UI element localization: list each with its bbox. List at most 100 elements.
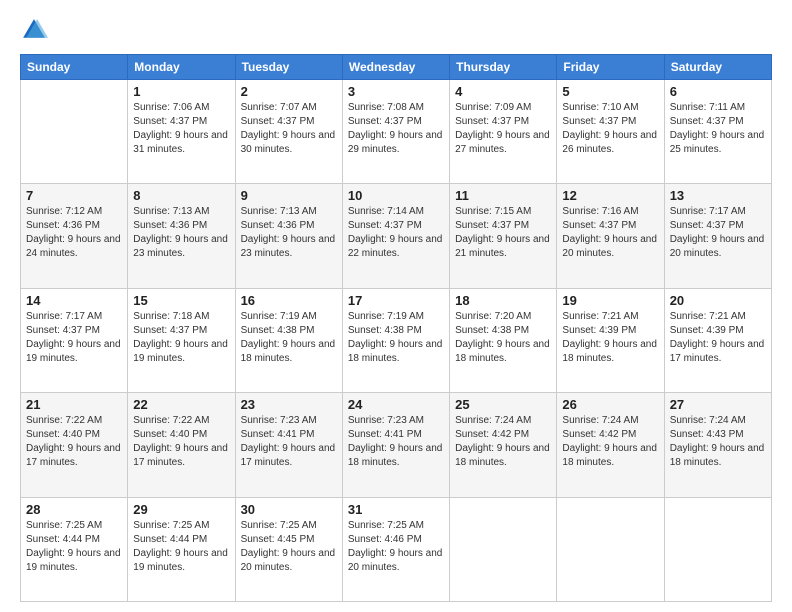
day-number: 8 xyxy=(133,188,229,203)
weekday-header: Wednesday xyxy=(342,55,449,80)
day-number: 19 xyxy=(562,293,658,308)
day-number: 26 xyxy=(562,397,658,412)
day-info: Sunrise: 7:17 AM Sunset: 4:37 PM Dayligh… xyxy=(670,205,766,261)
calendar-cell: 22 Sunrise: 7:22 AM Sunset: 4:40 PM Dayl… xyxy=(128,393,235,497)
day-number: 3 xyxy=(348,84,444,99)
weekday-header: Monday xyxy=(128,55,235,80)
day-info: Sunrise: 7:13 AM Sunset: 4:36 PM Dayligh… xyxy=(241,205,337,261)
day-number: 23 xyxy=(241,397,337,412)
calendar-cell xyxy=(21,80,128,184)
calendar-cell: 5 Sunrise: 7:10 AM Sunset: 4:37 PM Dayli… xyxy=(557,80,664,184)
calendar-cell: 30 Sunrise: 7:25 AM Sunset: 4:45 PM Dayl… xyxy=(235,497,342,601)
weekday-header: Tuesday xyxy=(235,55,342,80)
calendar-cell: 15 Sunrise: 7:18 AM Sunset: 4:37 PM Dayl… xyxy=(128,288,235,392)
day-number: 13 xyxy=(670,188,766,203)
day-info: Sunrise: 7:10 AM Sunset: 4:37 PM Dayligh… xyxy=(562,101,658,157)
weekday-header: Sunday xyxy=(21,55,128,80)
day-info: Sunrise: 7:25 AM Sunset: 4:44 PM Dayligh… xyxy=(133,519,229,575)
day-info: Sunrise: 7:24 AM Sunset: 4:43 PM Dayligh… xyxy=(670,414,766,470)
day-number: 1 xyxy=(133,84,229,99)
calendar-cell: 10 Sunrise: 7:14 AM Sunset: 4:37 PM Dayl… xyxy=(342,184,449,288)
calendar-cell: 18 Sunrise: 7:20 AM Sunset: 4:38 PM Dayl… xyxy=(450,288,557,392)
calendar-week-row: 28 Sunrise: 7:25 AM Sunset: 4:44 PM Dayl… xyxy=(21,497,772,601)
day-number: 25 xyxy=(455,397,551,412)
day-number: 14 xyxy=(26,293,122,308)
calendar-cell: 9 Sunrise: 7:13 AM Sunset: 4:36 PM Dayli… xyxy=(235,184,342,288)
day-info: Sunrise: 7:19 AM Sunset: 4:38 PM Dayligh… xyxy=(348,310,444,366)
day-info: Sunrise: 7:13 AM Sunset: 4:36 PM Dayligh… xyxy=(133,205,229,261)
day-info: Sunrise: 7:25 AM Sunset: 4:46 PM Dayligh… xyxy=(348,519,444,575)
day-number: 12 xyxy=(562,188,658,203)
calendar-cell: 16 Sunrise: 7:19 AM Sunset: 4:38 PM Dayl… xyxy=(235,288,342,392)
calendar-week-row: 1 Sunrise: 7:06 AM Sunset: 4:37 PM Dayli… xyxy=(21,80,772,184)
calendar-cell: 1 Sunrise: 7:06 AM Sunset: 4:37 PM Dayli… xyxy=(128,80,235,184)
calendar-cell xyxy=(450,497,557,601)
day-number: 16 xyxy=(241,293,337,308)
calendar-week-row: 7 Sunrise: 7:12 AM Sunset: 4:36 PM Dayli… xyxy=(21,184,772,288)
day-number: 17 xyxy=(348,293,444,308)
calendar-cell: 21 Sunrise: 7:22 AM Sunset: 4:40 PM Dayl… xyxy=(21,393,128,497)
day-number: 22 xyxy=(133,397,229,412)
day-number: 7 xyxy=(26,188,122,203)
calendar-cell: 24 Sunrise: 7:23 AM Sunset: 4:41 PM Dayl… xyxy=(342,393,449,497)
day-info: Sunrise: 7:24 AM Sunset: 4:42 PM Dayligh… xyxy=(455,414,551,470)
day-info: Sunrise: 7:15 AM Sunset: 4:37 PM Dayligh… xyxy=(455,205,551,261)
day-number: 30 xyxy=(241,502,337,517)
calendar-cell: 25 Sunrise: 7:24 AM Sunset: 4:42 PM Dayl… xyxy=(450,393,557,497)
weekday-header: Friday xyxy=(557,55,664,80)
day-info: Sunrise: 7:09 AM Sunset: 4:37 PM Dayligh… xyxy=(455,101,551,157)
day-info: Sunrise: 7:16 AM Sunset: 4:37 PM Dayligh… xyxy=(562,205,658,261)
weekday-header: Saturday xyxy=(664,55,771,80)
day-info: Sunrise: 7:23 AM Sunset: 4:41 PM Dayligh… xyxy=(348,414,444,470)
calendar-cell: 14 Sunrise: 7:17 AM Sunset: 4:37 PM Dayl… xyxy=(21,288,128,392)
page: SundayMondayTuesdayWednesdayThursdayFrid… xyxy=(0,0,792,612)
calendar-cell: 26 Sunrise: 7:24 AM Sunset: 4:42 PM Dayl… xyxy=(557,393,664,497)
calendar-cell: 28 Sunrise: 7:25 AM Sunset: 4:44 PM Dayl… xyxy=(21,497,128,601)
header xyxy=(20,16,772,44)
calendar-cell: 7 Sunrise: 7:12 AM Sunset: 4:36 PM Dayli… xyxy=(21,184,128,288)
day-number: 6 xyxy=(670,84,766,99)
day-info: Sunrise: 7:22 AM Sunset: 4:40 PM Dayligh… xyxy=(133,414,229,470)
day-number: 15 xyxy=(133,293,229,308)
calendar-cell: 20 Sunrise: 7:21 AM Sunset: 4:39 PM Dayl… xyxy=(664,288,771,392)
calendar-cell: 2 Sunrise: 7:07 AM Sunset: 4:37 PM Dayli… xyxy=(235,80,342,184)
day-number: 4 xyxy=(455,84,551,99)
day-number: 18 xyxy=(455,293,551,308)
calendar-cell xyxy=(557,497,664,601)
day-number: 27 xyxy=(670,397,766,412)
day-info: Sunrise: 7:06 AM Sunset: 4:37 PM Dayligh… xyxy=(133,101,229,157)
calendar-cell: 8 Sunrise: 7:13 AM Sunset: 4:36 PM Dayli… xyxy=(128,184,235,288)
day-number: 9 xyxy=(241,188,337,203)
day-number: 29 xyxy=(133,502,229,517)
day-info: Sunrise: 7:21 AM Sunset: 4:39 PM Dayligh… xyxy=(562,310,658,366)
day-info: Sunrise: 7:08 AM Sunset: 4:37 PM Dayligh… xyxy=(348,101,444,157)
day-info: Sunrise: 7:12 AM Sunset: 4:36 PM Dayligh… xyxy=(26,205,122,261)
day-number: 20 xyxy=(670,293,766,308)
day-info: Sunrise: 7:14 AM Sunset: 4:37 PM Dayligh… xyxy=(348,205,444,261)
calendar-header-row: SundayMondayTuesdayWednesdayThursdayFrid… xyxy=(21,55,772,80)
calendar-cell: 3 Sunrise: 7:08 AM Sunset: 4:37 PM Dayli… xyxy=(342,80,449,184)
day-info: Sunrise: 7:24 AM Sunset: 4:42 PM Dayligh… xyxy=(562,414,658,470)
day-number: 10 xyxy=(348,188,444,203)
day-info: Sunrise: 7:17 AM Sunset: 4:37 PM Dayligh… xyxy=(26,310,122,366)
logo xyxy=(20,16,52,44)
calendar-cell: 4 Sunrise: 7:09 AM Sunset: 4:37 PM Dayli… xyxy=(450,80,557,184)
day-number: 31 xyxy=(348,502,444,517)
calendar-cell: 29 Sunrise: 7:25 AM Sunset: 4:44 PM Dayl… xyxy=(128,497,235,601)
day-info: Sunrise: 7:18 AM Sunset: 4:37 PM Dayligh… xyxy=(133,310,229,366)
logo-icon xyxy=(20,16,48,44)
day-info: Sunrise: 7:19 AM Sunset: 4:38 PM Dayligh… xyxy=(241,310,337,366)
day-number: 2 xyxy=(241,84,337,99)
calendar-cell: 12 Sunrise: 7:16 AM Sunset: 4:37 PM Dayl… xyxy=(557,184,664,288)
weekday-header: Thursday xyxy=(450,55,557,80)
day-info: Sunrise: 7:22 AM Sunset: 4:40 PM Dayligh… xyxy=(26,414,122,470)
calendar-cell xyxy=(664,497,771,601)
day-info: Sunrise: 7:21 AM Sunset: 4:39 PM Dayligh… xyxy=(670,310,766,366)
day-info: Sunrise: 7:23 AM Sunset: 4:41 PM Dayligh… xyxy=(241,414,337,470)
calendar-week-row: 14 Sunrise: 7:17 AM Sunset: 4:37 PM Dayl… xyxy=(21,288,772,392)
calendar-table: SundayMondayTuesdayWednesdayThursdayFrid… xyxy=(20,54,772,602)
calendar-cell: 23 Sunrise: 7:23 AM Sunset: 4:41 PM Dayl… xyxy=(235,393,342,497)
day-number: 21 xyxy=(26,397,122,412)
day-info: Sunrise: 7:11 AM Sunset: 4:37 PM Dayligh… xyxy=(670,101,766,157)
calendar-cell: 19 Sunrise: 7:21 AM Sunset: 4:39 PM Dayl… xyxy=(557,288,664,392)
